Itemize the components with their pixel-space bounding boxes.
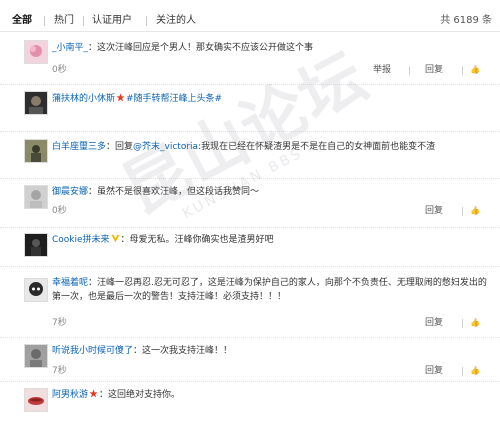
action-divider — [462, 319, 463, 328]
comment-text-line: _小南平_：这次汪峰回应是个男人！那女确实不应该公开做这个事 — [52, 41, 490, 55]
avatar[interactable] — [24, 185, 48, 209]
comment-text-line: 阿男秋游 ：这回绝对支持你。 — [52, 388, 490, 402]
comment-item: 幸福着呢：汪峰一忍再忍.忍无可忍了，这是汪峰为保护自己的家人，向那个不负责任、无… — [0, 268, 500, 338]
reply-button[interactable]: 回复 — [425, 317, 443, 329]
comment-text: ：回复 — [106, 142, 134, 152]
comment-text-line: 幸福着呢：汪峰一忍再忍.忍无可忍了，这是汪峰为保护自己的家人，向那个不负责任、无… — [52, 276, 490, 304]
comment-hashtag[interactable]: #随手转帮汪峰上头条# — [126, 94, 222, 104]
avatar[interactable] — [24, 40, 48, 64]
comment-username[interactable]: 阿男秋游 — [52, 390, 88, 400]
star-badge-icon — [116, 93, 125, 102]
comment-text-line: 听说我小时候可傻了：这一次我支持汪峰！！ — [52, 344, 490, 358]
reply-button[interactable]: 回复 — [425, 205, 443, 217]
action-divider — [409, 66, 410, 75]
comment-item: Cookie拼未来 ：母爱无私。汪峰你确实也是渣男好吧 — [0, 229, 500, 267]
comment-username[interactable]: 白羊座璽三多 — [52, 142, 106, 152]
comment-mention[interactable]: @芥末_victoria — [133, 142, 198, 152]
avatar[interactable] — [24, 139, 48, 163]
comment-text: ：这次汪峰回应是个男人！那女确实不应该公开做这个事 — [88, 43, 314, 53]
action-divider — [462, 66, 463, 75]
comment-item: 阿男秋游 ：这回绝对支持你。 — [0, 383, 500, 430]
tab-divider — [83, 16, 84, 26]
comment-item: 蒲扶林的小休斯 #随手转帮汪峰上头条# — [0, 86, 500, 132]
comment-username[interactable]: 听说我小时候可傻了 — [52, 346, 133, 356]
like-icon[interactable]: 👍 — [470, 64, 480, 76]
comment-text-line: Cookie拼未来 ：母爱无私。汪峰你确实也是渣男好吧 — [52, 233, 490, 247]
comment-text: :我现在已经在怀疑渣男是不是在自己的女神面前也能变不渣 — [198, 142, 436, 152]
like-icon[interactable]: 👍 — [470, 365, 480, 377]
comment-text-line: 白羊座璽三多：回复@芥末_victoria:我现在已经在怀疑渣男是不是在自己的女… — [52, 140, 490, 154]
comment-total-count: 共 6189 条 — [440, 15, 492, 26]
star-badge-icon — [89, 389, 98, 398]
comment-time: 0秒 — [52, 65, 67, 75]
avatar[interactable] — [24, 388, 48, 412]
tab-following[interactable]: 关注的人 — [156, 15, 196, 27]
report-button[interactable]: 举报 — [373, 64, 391, 76]
tab-verified-users[interactable]: 认证用户 — [92, 15, 132, 27]
comment-filter-tabs: 全部 热门 认证用户 关注的人 共 6189 条 — [0, 0, 500, 32]
action-divider — [462, 207, 463, 216]
avatar[interactable] — [24, 91, 48, 115]
comment-text: ：汪峰一忍再忍.忍无可忍了，这是汪峰为保护自己的家人，向那个不负责任、无理取闹的… — [52, 278, 487, 302]
vip-badge-icon — [110, 234, 120, 243]
comment-username[interactable]: 御晨安娜 — [52, 187, 88, 197]
avatar[interactable] — [24, 344, 48, 368]
comment-item: 白羊座璽三多：回复@芥末_victoria:我现在已经在怀疑渣男是不是在自己的女… — [0, 133, 500, 179]
comment-text: ：这一次我支持汪峰！！ — [133, 346, 233, 356]
comment-time: 7秒 — [52, 318, 67, 328]
comment-text-line: 蒲扶林的小休斯 #随手转帮汪峰上头条# — [52, 92, 490, 106]
comment-time: 7秒 — [52, 366, 67, 376]
comment-username[interactable]: _小南平_ — [52, 43, 88, 53]
comment-item: _小南平_：这次汪峰回应是个男人！那女确实不应该公开做这个事 0秒 举报 回复 … — [0, 33, 500, 85]
avatar[interactable] — [24, 278, 48, 302]
comment-text: ：虽然不是很喜欢汪峰，但这段话我赞同～ — [88, 187, 260, 197]
comment-username[interactable]: 蒲扶林的小休斯 — [52, 94, 115, 104]
avatar[interactable] — [24, 233, 48, 257]
tab-hot[interactable]: 热门 — [54, 15, 74, 27]
comment-text-line: 御晨安娜：虽然不是很喜欢汪峰，但这段话我赞同～ — [52, 185, 490, 199]
reply-button[interactable]: 回复 — [425, 365, 443, 377]
tab-divider — [44, 16, 45, 26]
comment-text: ：这回绝对支持你。 — [99, 390, 181, 400]
like-icon[interactable]: 👍 — [470, 317, 480, 329]
reply-button[interactable]: 回复 — [425, 64, 443, 76]
tab-divider — [146, 16, 147, 26]
comment-text: ：母爱无私。汪峰你确实也是渣男好吧 — [120, 235, 274, 245]
comment-username[interactable]: Cookie拼未来 — [52, 235, 110, 245]
comment-time: 0秒 — [52, 206, 67, 216]
comment-username[interactable]: 幸福着呢 — [52, 278, 88, 288]
tab-all[interactable]: 全部 — [12, 15, 32, 27]
action-divider — [462, 367, 463, 376]
comment-item: 听说我小时候可傻了：这一次我支持汪峰！！ 7秒 回复 👍 — [0, 339, 500, 382]
like-icon[interactable]: 👍 — [470, 205, 480, 217]
comment-item: 御晨安娜：虽然不是很喜欢汪峰，但这段话我赞同～ 0秒 回复 👍 — [0, 180, 500, 228]
